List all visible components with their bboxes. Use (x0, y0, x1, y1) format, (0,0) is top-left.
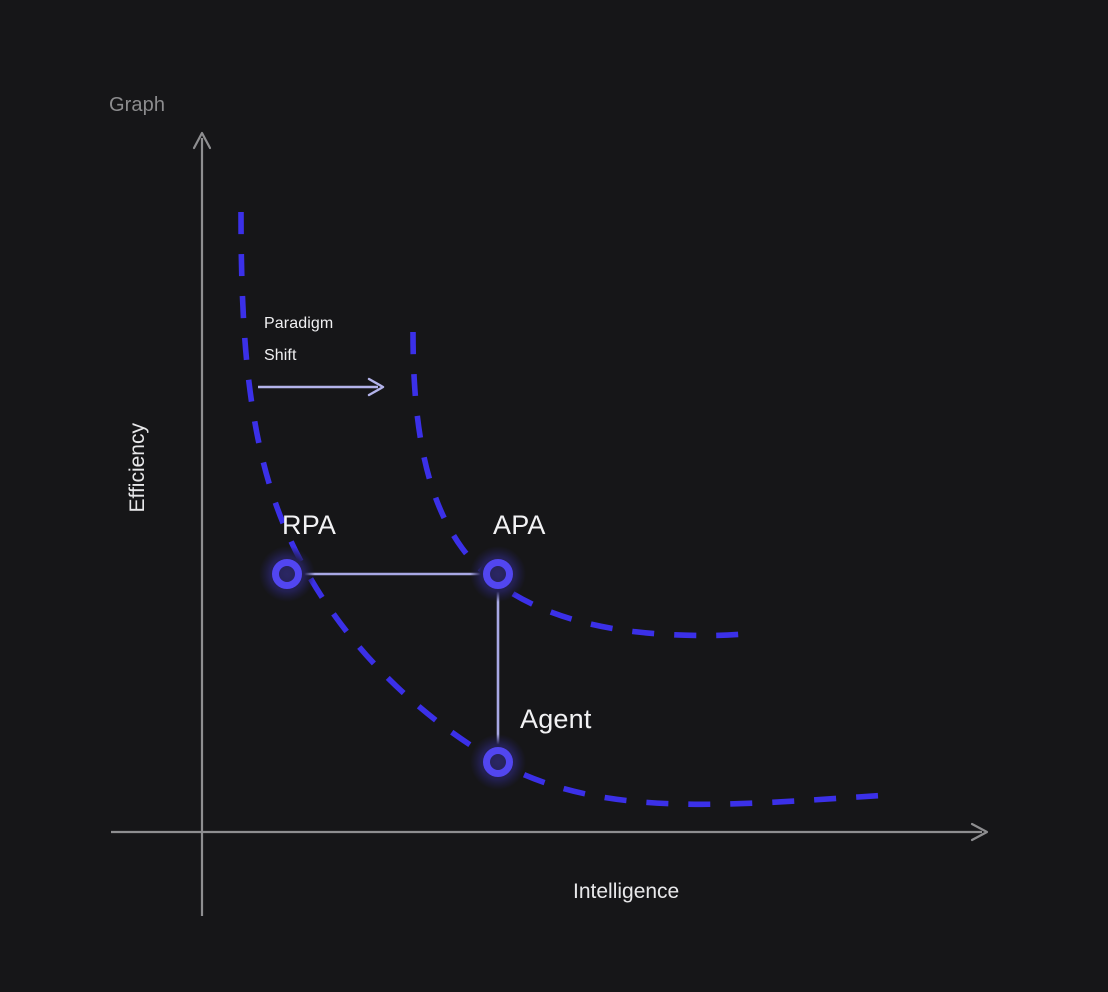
paradigm-shift-arrow-icon (258, 377, 385, 397)
axis-label-efficiency: Efficiency (126, 423, 149, 513)
node-label-rpa: RPA (282, 510, 337, 540)
node-rpa[interactable] (259, 546, 315, 602)
node-label-apa: APA (493, 510, 546, 540)
node-agent[interactable] (470, 734, 526, 790)
node-label-agent: Agent (520, 704, 592, 734)
graph-panel: Graph Efficiency Intelligence RPA APA Ag… (0, 0, 1108, 992)
graph-canvas (111, 131, 989, 916)
node-apa[interactable] (470, 546, 526, 602)
curve-shifted-frontier (410, 331, 758, 639)
page-title: Graph (109, 94, 166, 116)
annotation-paradigm-line2: Shift (264, 347, 297, 364)
axis-y (192, 131, 212, 916)
axis-x (111, 822, 989, 842)
axis-label-intelligence: Intelligence (573, 880, 680, 903)
annotation-paradigm-line1: Paradigm (264, 315, 334, 332)
